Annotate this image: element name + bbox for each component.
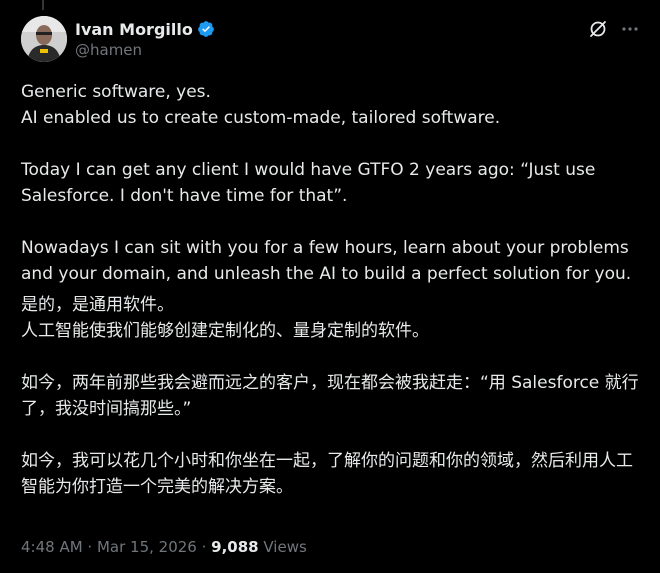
tweet: Ivan Morgillo @hamen Generic software, y… <box>0 0 660 573</box>
grok-icon[interactable] <box>587 18 609 40</box>
post-meta: 4:48 AM · Mar 15, 2026 · 9,088 Views <box>21 538 307 556</box>
post-time[interactable]: 4:48 AM <box>21 538 83 556</box>
avatar[interactable] <box>21 16 67 62</box>
more-icon[interactable] <box>619 18 641 40</box>
post-text-chinese: 是的，是通用软件。 人工智能使我们能够创建定制化的、量身定制的软件。 如今，两年… <box>21 295 639 497</box>
tweet-header: Ivan Morgillo @hamen <box>21 16 641 62</box>
meta-separator: · <box>196 538 212 556</box>
meta-separator: · <box>82 538 97 556</box>
avatar-image <box>21 16 67 62</box>
handle[interactable]: @hamen <box>75 41 215 59</box>
views-label: Views <box>258 538 307 556</box>
post-text-english: Generic software, yes. AI enabled us to … <box>21 82 632 284</box>
post-date[interactable]: Mar 15, 2026 <box>97 538 197 556</box>
thread-line <box>42 0 44 10</box>
views-count: 9,088 <box>211 538 259 556</box>
verified-badge-icon[interactable] <box>197 20 215 38</box>
display-name[interactable]: Ivan Morgillo <box>75 20 193 39</box>
